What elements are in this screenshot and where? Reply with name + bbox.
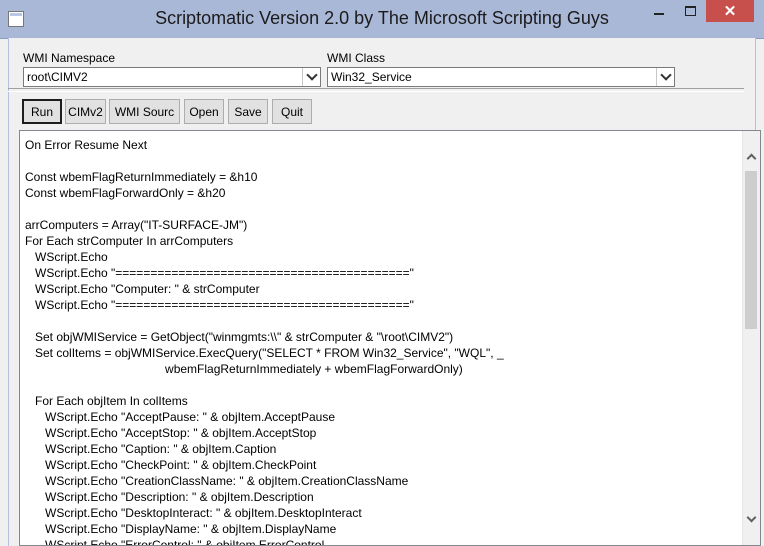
code-line: WScript.Echo "Description: " & objItem.D…: [25, 490, 314, 504]
vertical-scrollbar[interactable]: [742, 131, 760, 545]
close-button[interactable]: ✕: [706, 0, 754, 22]
code-line: WScript.Echo "DesktopInteract: " & objIt…: [25, 506, 362, 520]
script-editor[interactable]: On Error Resume Next Const wbemFlagRetur…: [19, 130, 761, 546]
code-line: arrComputers = Array("IT-SURFACE-JM"): [25, 218, 248, 232]
maximize-icon: [684, 6, 696, 16]
code-line: WScript.Echo "Caption: " & objItem.Capti…: [25, 442, 277, 456]
code-line: Set colItems = objWMIService.ExecQuery("…: [25, 346, 504, 360]
minimize-icon: [654, 13, 664, 15]
quit-button[interactable]: Quit: [272, 99, 312, 124]
scrollbar-thumb[interactable]: [745, 171, 757, 329]
wmi-source-button[interactable]: WMI Sourc: [109, 99, 180, 124]
scroll-down-button[interactable]: [743, 510, 760, 527]
chevron-down-icon: [746, 512, 757, 522]
minimize-button[interactable]: [644, 0, 674, 22]
code-line: WScript.Echo "CreationClassName: " & obj…: [25, 474, 409, 488]
chevron-down-icon: [659, 69, 672, 81]
wmi-class-dropdown[interactable]: Win32_Service: [327, 67, 675, 87]
code-line: WScript.Echo "CheckPoint: " & objItem.Ch…: [25, 458, 317, 472]
code-line: WScript.Echo "Computer: " & strComputer: [25, 282, 260, 296]
code-line: Const wbemFlagReturnImmediately = &h10: [25, 170, 258, 184]
open-button[interactable]: Open: [184, 99, 224, 124]
code-line: WScript.Echo "AcceptPause: " & objItem.A…: [25, 410, 335, 424]
save-button[interactable]: Save: [228, 99, 268, 124]
code-line: For Each objItem In colItems: [25, 394, 188, 408]
code-line: For Each strComputer In arrComputers: [25, 234, 234, 248]
namespace-dropdown-button[interactable]: [302, 68, 320, 86]
code-line: wbemFlagReturnImmediately + wbemFlagForw…: [25, 362, 463, 376]
namespace-dropdown[interactable]: root\CIMV2: [23, 67, 321, 87]
code-line: On Error Resume Next: [25, 138, 148, 152]
code-line: Set objWMIService = GetObject("winmgmts:…: [25, 330, 454, 344]
code-line: WScript.Echo: [25, 250, 108, 264]
code-line: WScript.Echo "==========================…: [25, 266, 414, 280]
cimv2-button[interactable]: CIMv2: [65, 99, 106, 124]
run-button[interactable]: Run: [22, 99, 62, 124]
maximize-button[interactable]: [675, 0, 705, 22]
title-bar[interactable]: Scriptomatic Version 2.0 by The Microsof…: [0, 0, 764, 39]
wmi-class-label: WMI Class: [327, 51, 385, 65]
code-line: WScript.Echo "ErrorControl: " & objItem.…: [25, 538, 325, 546]
chevron-down-icon: [305, 69, 318, 81]
namespace-value: root\CIMV2: [27, 70, 88, 84]
wmi-class-dropdown-button[interactable]: [656, 68, 674, 86]
namespace-label: WMI Namespace: [23, 51, 116, 65]
wmi-class-value: Win32_Service: [331, 70, 412, 84]
scroll-up-button[interactable]: [743, 148, 760, 165]
code-line: WScript.Echo "AcceptStop: " & objItem.Ac…: [25, 426, 317, 440]
close-icon: ✕: [723, 3, 737, 20]
chevron-up-icon: [746, 153, 757, 163]
code-line: Const wbemFlagForwardOnly = &h20: [25, 186, 226, 200]
code-line: WScript.Echo "==========================…: [25, 298, 414, 312]
script-text[interactable]: On Error Resume Next Const wbemFlagRetur…: [25, 137, 504, 546]
divider: [8, 88, 744, 92]
code-line: WScript.Echo "DisplayName: " & objItem.D…: [25, 522, 337, 536]
